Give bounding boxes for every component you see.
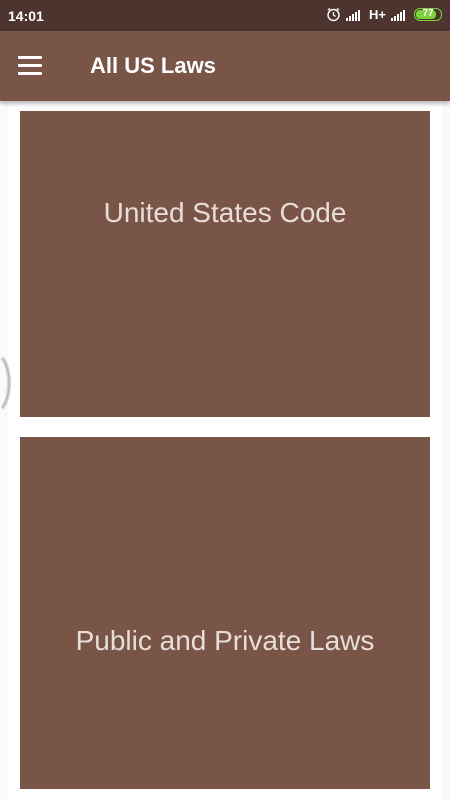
page-title: All US Laws bbox=[90, 53, 216, 78]
status-bar: 14:01 H+ 77 bbox=[0, 0, 450, 31]
network-type: H+ bbox=[369, 7, 386, 22]
battery-icon: 77 bbox=[414, 8, 442, 21]
alarm-icon bbox=[326, 7, 341, 22]
app-screen: 14:01 H+ 77 All US Laws United States Co… bbox=[0, 0, 450, 800]
united-states-code-card[interactable]: United States Code bbox=[20, 111, 430, 417]
content-area: United States Code Public and Private La… bbox=[8, 101, 442, 800]
edge-swipe-handle[interactable] bbox=[0, 355, 14, 411]
card-label: Public and Private Laws bbox=[75, 625, 375, 656]
status-icons: H+ 77 bbox=[326, 7, 442, 22]
app-bar: All US Laws bbox=[0, 31, 450, 101]
signal-strength-icon-2 bbox=[391, 9, 409, 21]
public-private-laws-card[interactable]: Public and Private Laws bbox=[20, 437, 430, 789]
battery-level-text: 77 bbox=[422, 8, 434, 19]
hamburger-menu-icon[interactable] bbox=[18, 51, 52, 81]
card-label: United States Code bbox=[103, 197, 347, 228]
signal-strength-icon bbox=[346, 9, 364, 21]
status-time: 14:01 bbox=[8, 8, 44, 24]
